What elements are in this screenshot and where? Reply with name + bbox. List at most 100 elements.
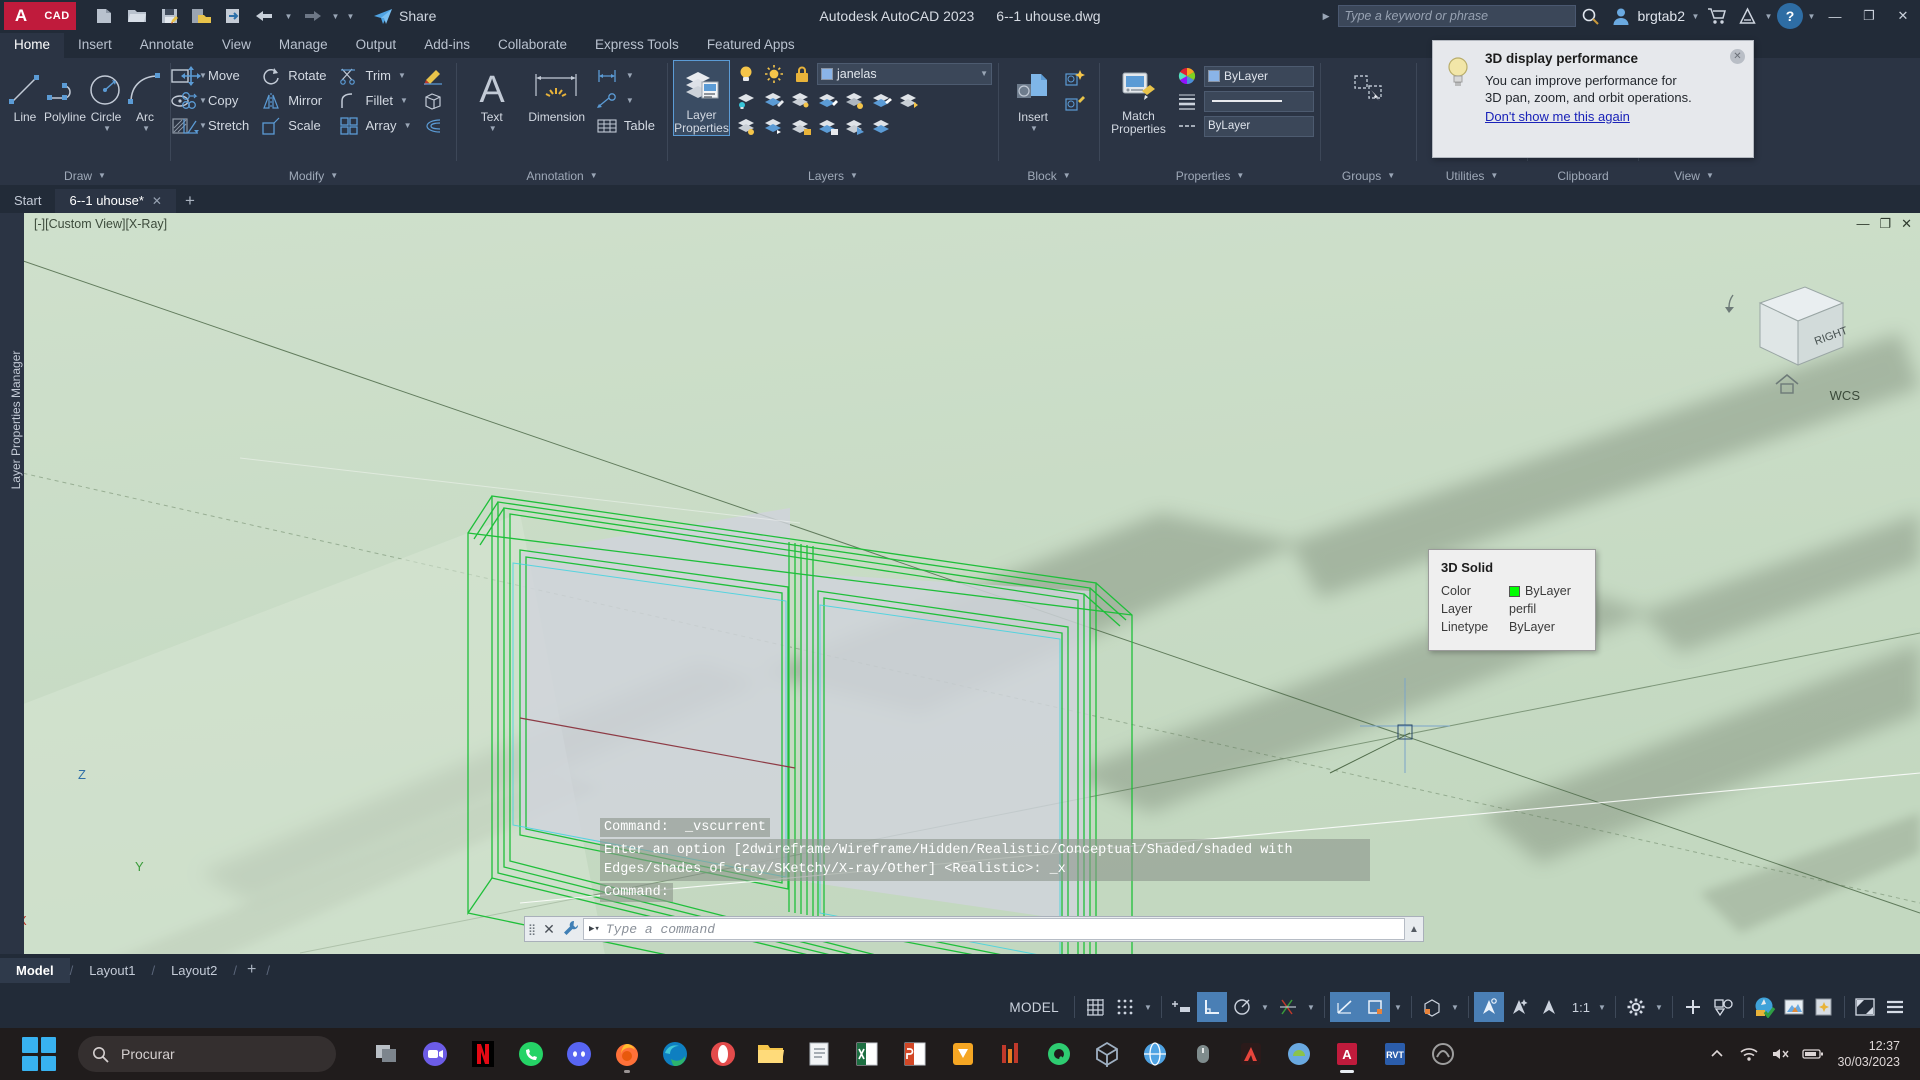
layer-make-current-button[interactable]	[841, 88, 867, 113]
osnap-dropdown-caret-icon[interactable]: ▼	[1390, 992, 1406, 1022]
redo-dropdown-caret-icon[interactable]: ▼	[329, 3, 342, 29]
discord-button[interactable]	[558, 1033, 600, 1075]
save-as-button[interactable]	[186, 3, 216, 29]
powerpoint-button[interactable]	[894, 1033, 936, 1075]
linear-dimension-button[interactable]: ▼	[593, 63, 661, 88]
qbittorrent-button[interactable]	[1038, 1033, 1080, 1075]
array-dropdown-caret-icon[interactable]: ▼	[404, 121, 412, 130]
text-dropdown-caret-icon[interactable]: ▼	[489, 124, 497, 133]
layer-lock-button[interactable]	[787, 114, 813, 139]
tab-collaborate[interactable]: Collaborate	[484, 33, 581, 58]
tab-start[interactable]: Start	[0, 189, 55, 213]
layer-properties-manager-rail[interactable]: Layer Properties Manager	[0, 213, 24, 954]
free-download-manager-button[interactable]	[942, 1033, 984, 1075]
wcs-label[interactable]: WCS	[1830, 388, 1860, 403]
edit-block-button[interactable]	[1061, 90, 1093, 115]
leader-dropdown-caret-icon[interactable]: ▼	[626, 96, 634, 105]
tab-view[interactable]: View	[208, 33, 265, 58]
autodesk-account-icon[interactable]	[1732, 1, 1762, 31]
user-name-label[interactable]: brgtab2	[1638, 8, 1685, 24]
current-layer-dropdown[interactable]: janelas ▼	[817, 62, 992, 85]
stretch-button[interactable]: Stretch	[177, 113, 255, 138]
notification-close-button[interactable]: ✕	[1730, 49, 1745, 64]
maximize-window-button[interactable]: ❐	[1852, 0, 1886, 32]
snap-dropdown-caret-icon[interactable]: ▼	[1140, 992, 1156, 1022]
speaker-muted-icon[interactable]	[1767, 1039, 1795, 1069]
mouse-app-button[interactable]	[1182, 1033, 1224, 1075]
user-menu-caret-icon[interactable]: ▼	[1689, 3, 1702, 29]
search-icon[interactable]	[1576, 1, 1606, 31]
customization-button[interactable]	[1880, 992, 1910, 1022]
avatar[interactable]	[1606, 1, 1636, 31]
layer-walk-button[interactable]	[868, 114, 894, 139]
wifi-icon[interactable]	[1735, 1039, 1763, 1069]
command-bar-close-button[interactable]: ✕	[539, 921, 559, 938]
firefox-button[interactable]	[606, 1033, 648, 1075]
isolate-objects-button[interactable]	[1809, 992, 1839, 1022]
circle-button[interactable]: Circle ▼	[86, 63, 126, 133]
hardware-acceleration-button[interactable]	[1779, 992, 1809, 1022]
cart-icon[interactable]	[1702, 1, 1732, 31]
tab-output[interactable]: Output	[342, 33, 411, 58]
viewport-maximize-icon[interactable]: ❐	[1879, 216, 1891, 232]
plot-button[interactable]	[218, 3, 248, 29]
panel-layers-expand-icon[interactable]: ▼	[850, 171, 858, 180]
arc-button[interactable]: Arc ▼	[126, 63, 164, 133]
dynamic-ucs-toggle[interactable]	[1417, 992, 1447, 1022]
lineweight-dropdown[interactable]	[1204, 90, 1314, 112]
tab-home[interactable]: Home	[0, 33, 65, 58]
tab-manage[interactable]: Manage	[265, 33, 342, 58]
layer-properties-button[interactable]: Layer Properties	[673, 60, 730, 136]
move-button[interactable]: Move	[177, 63, 255, 88]
polyline-button[interactable]: Polyline	[44, 63, 86, 124]
layout-tab-layout2[interactable]: Layout2	[155, 958, 233, 983]
layer-turn-all-on-button[interactable]	[733, 114, 759, 139]
layer-match-button[interactable]	[868, 88, 894, 113]
workspace-switching-button[interactable]	[1749, 992, 1779, 1022]
leader-button[interactable]: ▼	[593, 88, 661, 113]
layer-merge-button[interactable]	[841, 114, 867, 139]
tab-express-tools[interactable]: Express Tools	[581, 33, 693, 58]
linetype-icon[interactable]	[1175, 115, 1199, 137]
3d-viewer-button[interactable]	[1086, 1033, 1128, 1075]
command-bar-grip[interactable]: ⣿	[525, 917, 539, 941]
android-app-button[interactable]	[1278, 1033, 1320, 1075]
selection-cycling-button[interactable]	[1708, 992, 1738, 1022]
home-view-icon[interactable]	[1772, 368, 1802, 398]
annotation-scale-selector[interactable]: 1:1	[1564, 1000, 1594, 1015]
tab-close-icon[interactable]: ✕	[152, 194, 162, 208]
opera-button[interactable]	[702, 1033, 744, 1075]
layer-on-off-toggle[interactable]	[733, 61, 759, 86]
new-layout-button[interactable]: +	[237, 961, 266, 979]
match-properties-button[interactable]: Match Properties	[1106, 62, 1171, 136]
trim-dropdown-caret-icon[interactable]: ▼	[398, 71, 406, 80]
zoom-app-button[interactable]	[414, 1033, 456, 1075]
viewport-minimize-icon[interactable]: —	[1856, 216, 1869, 232]
autocad-app-button[interactable]: A	[1326, 1033, 1368, 1075]
array-button[interactable]: Array ▼	[335, 113, 418, 138]
help-button[interactable]: ?	[1775, 1, 1805, 31]
command-input[interactable]: ▶▾ Type a command	[583, 918, 1405, 940]
layer-freeze-toggle[interactable]	[761, 61, 787, 86]
clean-screen-button[interactable]	[1850, 992, 1880, 1022]
taskbar-search-input[interactable]: Procurar	[78, 1036, 336, 1072]
layout-tab-layout1[interactable]: Layout1	[73, 958, 151, 983]
create-block-button[interactable]	[1061, 65, 1093, 90]
close-window-button[interactable]: ✕	[1886, 0, 1920, 32]
arc-dropdown-caret-icon[interactable]: ▼	[142, 124, 150, 133]
minimize-window-button[interactable]: —	[1818, 0, 1852, 32]
polar-dropdown-caret-icon[interactable]: ▼	[1257, 992, 1273, 1022]
group-button[interactable]	[1338, 63, 1400, 108]
linear-dim-dropdown-caret-icon[interactable]: ▼	[626, 71, 634, 80]
tab-addins[interactable]: Add-ins	[410, 33, 484, 58]
insert-block-caret-icon[interactable]: ▼	[1030, 124, 1038, 133]
redo-button[interactable]	[297, 3, 327, 29]
tab-featured-apps[interactable]: Featured Apps	[693, 33, 809, 58]
open-file-button[interactable]	[122, 3, 152, 29]
scale-button[interactable]: Scale	[257, 113, 332, 138]
rotate-button[interactable]: Rotate	[257, 63, 332, 88]
layer-previous-button[interactable]	[895, 88, 921, 113]
layer-lock-toggle[interactable]	[789, 61, 815, 86]
panel-draw-expand-icon[interactable]: ▼	[98, 171, 106, 180]
snap-mode-toggle[interactable]	[1110, 992, 1140, 1022]
